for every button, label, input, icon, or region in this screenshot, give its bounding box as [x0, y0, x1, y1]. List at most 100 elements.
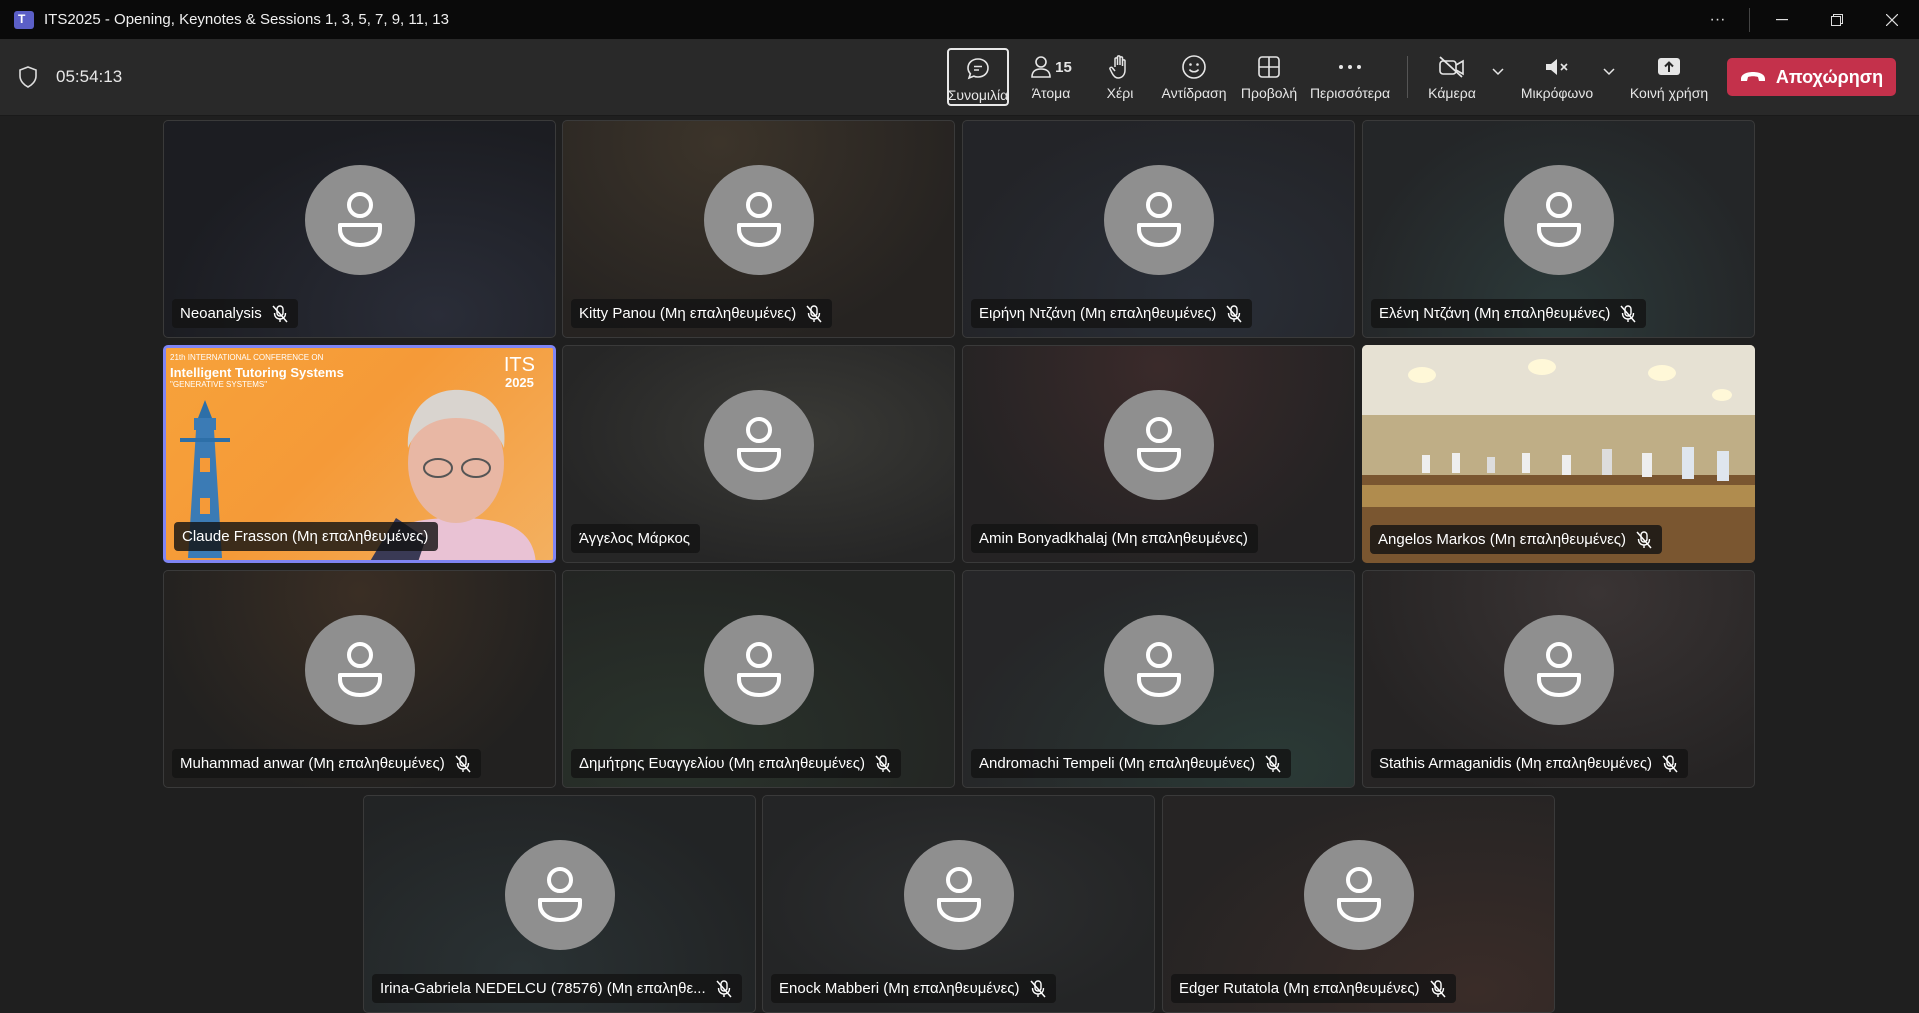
participant-tile[interactable]: Ελένη Ντζάνη (Μη επαληθευμένες) [1362, 120, 1755, 338]
avatar [1503, 615, 1614, 725]
participant-tile[interactable]: 21th INTERNATIONAL CONFERENCE ON Intellig… [163, 345, 556, 563]
participant-name: Claude Frasson (Μη επαληθευμένες) [182, 528, 429, 545]
people-button[interactable]: 15 Άτομα [1023, 48, 1079, 106]
share-button[interactable]: Κοινή χρήση [1626, 48, 1712, 106]
avatar [903, 840, 1014, 950]
mic-off-icon [875, 754, 891, 773]
react-label: Αντίδραση [1161, 85, 1227, 101]
separator [1749, 7, 1750, 32]
avatar [1103, 615, 1214, 725]
participant-name-tag: Kitty Panou (Μη επαληθευμένες) [571, 299, 833, 328]
leave-label: Αποχώρηση [1775, 66, 1884, 87]
participant-name: Neoanalysis [180, 305, 262, 322]
mic-chevron-down-icon[interactable] [1601, 63, 1617, 79]
participant-tile[interactable]: Kitty Panou (Μη επαληθευμένες) [562, 120, 955, 338]
mic-off-icon [1265, 754, 1281, 773]
mic-off-icon [272, 304, 288, 323]
participant-name-tag: Amin Bonyadkhalaj (Μη επαληθευμένες) [971, 524, 1258, 553]
people-label: Άτομα [1031, 85, 1071, 101]
participant-name: Enock Mabberi (Μη επαληθευμένες) [779, 980, 1020, 997]
view-label: Προβολή [1240, 85, 1298, 101]
toolbar-separator [1407, 56, 1408, 98]
react-button[interactable]: Αντίδραση [1158, 48, 1230, 106]
participant-name: Δημήτρης Ευαγγελίου (Μη επαληθευμένες) [579, 755, 865, 772]
avatar [703, 615, 814, 725]
participant-name: Άγγελος Μάρκος [579, 530, 691, 547]
microphone-button[interactable]: Μικρόφωνο [1515, 48, 1599, 106]
participant-tile[interactable]: Amin Bonyadkhalaj (Μη επαληθευμένες) [962, 345, 1355, 563]
participant-name-tag: Andromachi Tempeli (Μη επαληθευμένες) [971, 749, 1292, 778]
mic-off-icon [806, 304, 822, 323]
participant-tile[interactable]: Edger Rutatola (Μη επαληθευμένες) [1162, 795, 1555, 1013]
minimize-icon[interactable] [1754, 0, 1809, 39]
hang-up-icon [1740, 72, 1765, 81]
avatar [304, 615, 415, 725]
participant-tile[interactable]: Δημήτρης Ευαγγελίου (Μη επαληθευμένες) [562, 570, 955, 788]
share-upload-icon [1656, 52, 1682, 82]
participant-name: Edger Rutatola (Μη επαληθευμένες) [1179, 980, 1420, 997]
participant-name-tag: Claude Frasson (Μη επαληθευμένες) [174, 522, 439, 551]
chat-label: Συνομιλία [947, 87, 1009, 103]
close-icon[interactable] [1864, 0, 1919, 39]
participant-name-tag: Irina-Gabriela NEDELCU (78576) (Μη επαλη… [372, 974, 742, 1003]
participant-name: Muhammad anwar (Μη επαληθευμένες) [180, 755, 445, 772]
window-title: ITS2025 - Opening, Keynotes & Sessions 1… [44, 11, 449, 28]
participant-name-tag: Edger Rutatola (Μη επαληθευμένες) [1171, 974, 1456, 1003]
mic-off-icon [1636, 530, 1652, 549]
participant-name-tag: Enock Mabberi (Μη επαληθευμένες) [771, 974, 1056, 1003]
participant-name-tag: Angelos Markos (Μη επαληθευμένες) [1370, 525, 1663, 554]
grid-view-icon [1257, 52, 1281, 82]
people-icon-wrap: 15 [1030, 52, 1072, 82]
camera-label: Κάμερα [1428, 85, 1476, 101]
participant-name: Andromachi Tempeli (Μη επαληθευμένες) [979, 755, 1256, 772]
restore-icon[interactable] [1809, 0, 1864, 39]
camera-chevron-down-icon[interactable] [1490, 63, 1506, 79]
mic-off-icon [1226, 304, 1242, 323]
view-button[interactable]: Προβολή [1238, 48, 1300, 106]
person-icon [1031, 56, 1051, 78]
chat-icon [965, 54, 991, 84]
mic-off-icon [455, 754, 471, 773]
chat-button[interactable]: Συνομιλία [947, 48, 1009, 106]
mic-off-icon [1662, 754, 1678, 773]
smiley-icon [1181, 52, 1207, 82]
mic-off-icon [1029, 979, 1046, 998]
participant-tile[interactable]: Enock Mabberi (Μη επαληθευμένες) [762, 795, 1155, 1013]
participant-name-tag: Δημήτρης Ευαγγελίου (Μη επαληθευμένες) [571, 749, 901, 778]
microphone-label: Μικρόφωνο [1520, 85, 1594, 101]
mic-off-icon [716, 979, 732, 998]
avatar [703, 165, 814, 275]
participant-tile[interactable]: Stathis Armaganidis (Μη επαληθευμένες) [1362, 570, 1755, 788]
participant-name: Irina-Gabriela NEDELCU (78576) (Μη επαλη… [380, 980, 706, 997]
more-horizontal-icon [1338, 52, 1362, 82]
participant-tile[interactable]: Neoanalysis [163, 120, 556, 338]
avatar [304, 165, 415, 275]
mic-off-icon [1620, 304, 1636, 323]
participant-tile[interactable]: Ειρήνη Ντζάνη (Μη επαληθευμένες) [962, 120, 1355, 338]
participant-name: Ελένη Ντζάνη (Μη επαληθευμένες) [1379, 305, 1611, 322]
participant-tile[interactable]: Muhammad anwar (Μη επαληθευμένες) [163, 570, 556, 788]
participant-tile[interactable]: Andromachi Tempeli (Μη επαληθευμένες) [962, 570, 1355, 788]
participant-name-tag: Ειρήνη Ντζάνη (Μη επαληθευμένες) [971, 299, 1253, 328]
participant-tile[interactable]: Angelos Markos (Μη επαληθευμένες) [1362, 345, 1755, 563]
leave-button[interactable]: Αποχώρηση [1727, 58, 1896, 96]
raise-hand-label: Χέρι [1106, 85, 1134, 101]
teams-logo-icon [14, 10, 34, 29]
participant-name-tag: Neoanalysis [172, 299, 298, 328]
ellipsis-icon[interactable]: ··· [1690, 0, 1745, 39]
participant-tile[interactable]: Άγγελος Μάρκος [562, 345, 955, 563]
participant-name: Ειρήνη Ντζάνη (Μη επαληθευμένες) [979, 305, 1217, 322]
more-options-button[interactable]: Περισσότερα [1308, 48, 1392, 106]
raise-hand-button[interactable]: Χέρι [1100, 48, 1140, 106]
avatar [1303, 840, 1414, 950]
slide-line-1: 21th INTERNATIONAL CONFERENCE ON [170, 353, 324, 362]
window-controls: ··· [1690, 0, 1919, 39]
avatar [1103, 390, 1214, 500]
avatar [1103, 165, 1214, 275]
title-bar: ITS2025 - Opening, Keynotes & Sessions 1… [0, 0, 1919, 39]
camera-button[interactable]: Κάμερα [1424, 48, 1480, 106]
participant-tile[interactable]: Irina-Gabriela NEDELCU (78576) (Μη επαλη… [363, 795, 756, 1013]
participant-name: Kitty Panou (Μη επαληθευμένες) [579, 305, 797, 322]
participant-name-tag: Άγγελος Μάρκος [571, 524, 701, 553]
participant-name: Stathis Armaganidis (Μη επαληθευμένες) [1379, 755, 1653, 772]
